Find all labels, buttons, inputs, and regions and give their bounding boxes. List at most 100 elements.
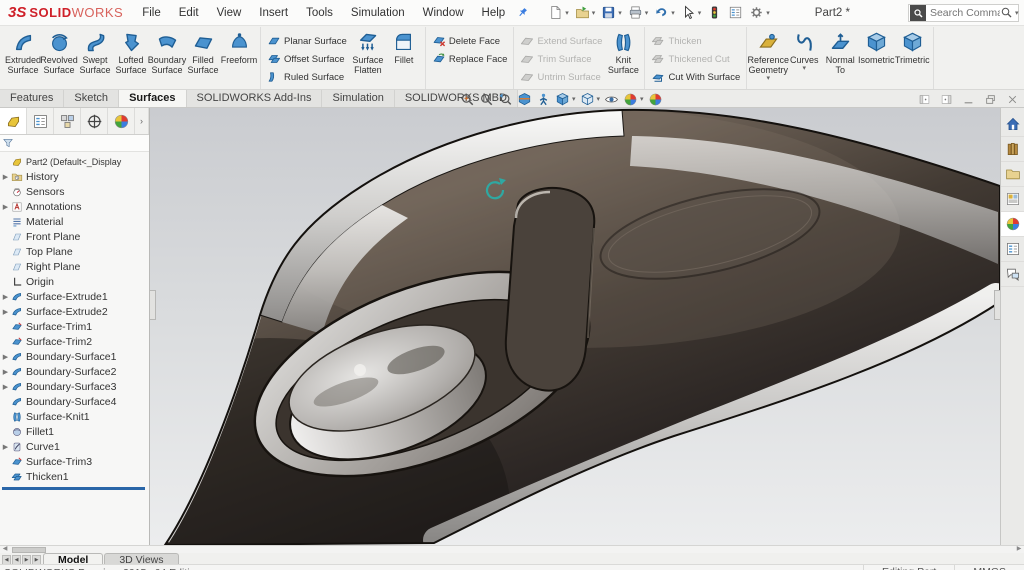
solidworks-resources-button[interactable]	[1001, 112, 1024, 137]
paneltab-dimxpertmanager[interactable]	[81, 108, 108, 134]
dropdown-caret[interactable]: ▾	[597, 95, 601, 103]
horizontal-scrollbar[interactable]: ◀ ▶	[0, 545, 1024, 553]
extruded-surface-button[interactable]: Extruded Surface	[5, 27, 41, 75]
dropdown-caret[interactable]: ▾	[565, 9, 569, 17]
section-view-button[interactable]	[515, 92, 534, 107]
menu-view[interactable]: View	[208, 0, 251, 26]
dropdown-caret[interactable]: ▾	[640, 95, 644, 103]
tree-item-front[interactable]: Front Plane	[0, 229, 149, 244]
expand-caret-icon[interactable]: ▶	[0, 368, 11, 376]
dropdown-caret[interactable]: ▾	[802, 65, 806, 73]
tab-sketch[interactable]: Sketch	[64, 90, 120, 107]
tree-item-boundary-surface3[interactable]: ▶ Boundary-Surface3	[0, 379, 149, 394]
replace-face-button[interactable]: Replace Face	[429, 50, 511, 68]
tab-nav-1[interactable]: ◀	[12, 554, 21, 565]
tab-nav-0[interactable]: ◀	[2, 554, 11, 565]
isometric-button[interactable]: Isometric	[858, 27, 895, 65]
design-library-button[interactable]	[1001, 137, 1024, 162]
dropdown-caret[interactable]: ▾	[671, 9, 675, 17]
knit-surface-button[interactable]: Knit Surface	[605, 27, 641, 75]
tree-item-curve1[interactable]: ▶ Curve1	[0, 439, 149, 454]
menu-tools[interactable]: Tools	[297, 0, 342, 26]
display-style-button[interactable]: ▾	[578, 92, 603, 107]
boundary-surface-button[interactable]: Boundary Surface	[148, 27, 186, 75]
menu-file[interactable]: File	[133, 0, 170, 26]
panel-splitter-handle[interactable]	[150, 290, 156, 320]
reference-geometry-button[interactable]: Reference Geometry ▾	[747, 27, 789, 83]
close-document-button[interactable]	[1007, 94, 1018, 105]
save-button[interactable]: ▾	[598, 1, 625, 25]
rebuild-button[interactable]	[704, 1, 725, 25]
previous-view-button[interactable]	[496, 92, 515, 107]
scroll-left-icon[interactable]: ◀	[0, 546, 10, 553]
3d-drawing-view-button[interactable]	[534, 92, 553, 107]
menu-insert[interactable]: Insert	[250, 0, 297, 26]
offset-surface-button[interactable]: Offset Surface	[264, 50, 350, 68]
scroll-right-icon[interactable]: ▶	[1014, 546, 1024, 553]
expand-caret-icon[interactable]: ▶	[0, 293, 11, 301]
tree-item-material[interactable]: Material	[0, 214, 149, 229]
print-button[interactable]: ▾	[625, 1, 652, 25]
tab-simulation[interactable]: Simulation	[322, 90, 395, 107]
appearances-scenes-button[interactable]	[1001, 212, 1024, 237]
expand-caret-icon[interactable]: ▶	[0, 203, 11, 211]
display-pane-left-button[interactable]	[919, 94, 930, 105]
solidworks-forum-button[interactable]	[1001, 262, 1024, 287]
search-commands-box[interactable]: ▾	[907, 3, 1020, 22]
minimize-document-button[interactable]	[963, 94, 974, 105]
tab-solidworks-add-ins[interactable]: SOLIDWORKS Add-Ins	[186, 90, 323, 107]
swept-surface-button[interactable]: Swept Surface	[77, 27, 113, 75]
hide-show-items-button[interactable]	[602, 92, 621, 107]
tree-item-surface-trim1[interactable]: Surface-Trim1	[0, 319, 149, 334]
tree-item-boundary-surface2[interactable]: ▶ Boundary-Surface2	[0, 364, 149, 379]
zoom-to-fit-button[interactable]	[458, 92, 477, 107]
search-scope-icon[interactable]	[909, 4, 926, 21]
edit-appearance-button[interactable]: ▾	[621, 92, 646, 107]
tree-item-history[interactable]: ▶ History	[0, 169, 149, 184]
dropdown-caret[interactable]: ▾	[645, 9, 649, 17]
dropdown-caret[interactable]: ▾	[766, 75, 770, 83]
paneltab-propertymanager[interactable]	[27, 108, 54, 134]
apply-scene-button[interactable]	[646, 92, 665, 107]
planar-surface-button[interactable]: Planar Surface	[264, 32, 350, 50]
tree-filter-row[interactable]	[0, 135, 149, 152]
tree-item-top[interactable]: Top Plane	[0, 244, 149, 259]
graphics-viewport[interactable]	[150, 108, 1000, 545]
options-button[interactable]: ▾	[746, 1, 773, 25]
scrollbar-thumb[interactable]	[12, 546, 46, 553]
tree-item-surface-trim2[interactable]: Surface-Trim2	[0, 334, 149, 349]
display-pane-right-button[interactable]	[941, 94, 952, 105]
tree-item-part2[interactable]: Part2 (Default<_Display	[0, 154, 149, 169]
ruled-surface-button[interactable]: Ruled Surface	[264, 68, 350, 86]
dropdown-caret[interactable]: ▾	[698, 9, 702, 17]
custom-properties-button[interactable]	[1001, 237, 1024, 262]
expand-caret-icon[interactable]: ▶	[0, 443, 11, 451]
paneltab-featuremanager-tree[interactable]	[0, 108, 27, 134]
expand-caret-icon[interactable]: ▶	[0, 173, 11, 181]
surface-flatten-button[interactable]: Surface Flatten	[350, 27, 386, 75]
dropdown-caret[interactable]: ▾	[592, 9, 596, 17]
expand-caret-icon[interactable]: ▶	[0, 308, 11, 316]
tree-item-right[interactable]: Right Plane	[0, 259, 149, 274]
pin-menu-icon[interactable]	[516, 6, 529, 19]
rollback-bar[interactable]	[2, 487, 145, 490]
tree-item-surface-trim3[interactable]: Surface-Trim3	[0, 454, 149, 469]
dropdown-caret[interactable]: ▾	[618, 9, 622, 17]
menu-edit[interactable]: Edit	[170, 0, 208, 26]
select-button[interactable]: ▾	[678, 1, 705, 25]
revolved-surface-button[interactable]: Revolved Surface	[40, 27, 78, 75]
model-3d-view[interactable]	[150, 108, 1000, 545]
dropdown-caret[interactable]: ▾	[766, 9, 770, 17]
paneltab-configurationmanager[interactable]	[54, 108, 81, 134]
restore-document-button[interactable]	[985, 94, 996, 105]
search-input[interactable]	[929, 6, 1000, 19]
dropdown-caret[interactable]: ▾	[572, 95, 576, 103]
file-explorer-button[interactable]	[1001, 162, 1024, 187]
paneltab-displaymanager[interactable]	[108, 108, 135, 134]
tree-item-surface-knit1[interactable]: Surface-Knit1	[0, 409, 149, 424]
taskpane-splitter-handle[interactable]	[994, 290, 1000, 320]
open-button[interactable]: ▾	[572, 1, 599, 25]
curves-button[interactable]: Curves ▾	[786, 27, 822, 73]
cut-with-surface-button[interactable]: Cut With Surface	[648, 68, 743, 86]
tree-item-annotations[interactable]: ▶ Annotations	[0, 199, 149, 214]
